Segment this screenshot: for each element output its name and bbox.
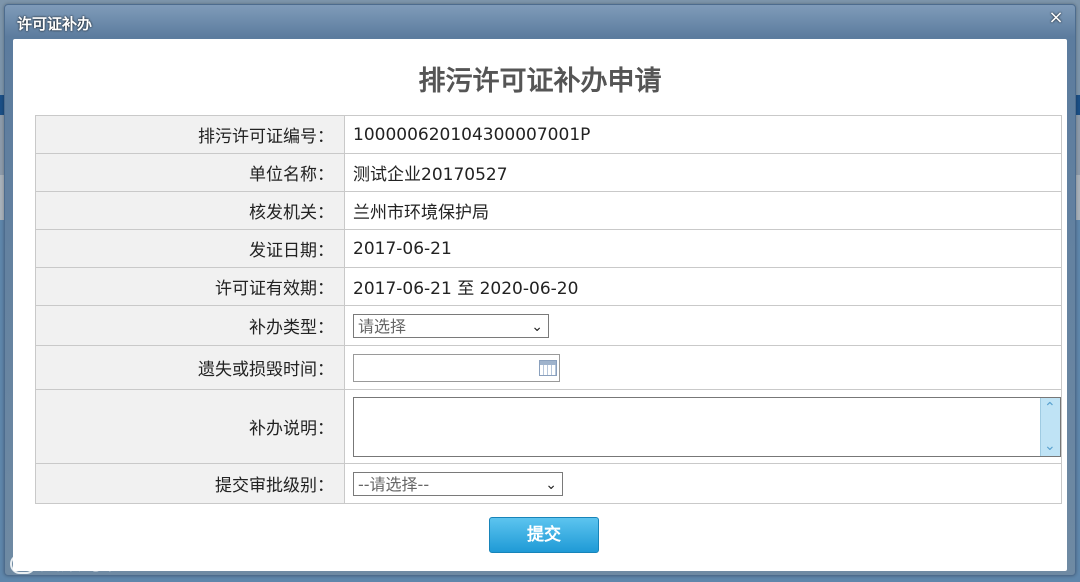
approval-level-selected: --请选择-- (358, 474, 430, 494)
watermark: 大数跨境 (10, 546, 124, 575)
reissue-dialog: 许可证补办 × 排污许可证补办申请 排污许可证编号： 1000006201043… (4, 4, 1076, 576)
chevron-down-icon[interactable]: ⌄ (1044, 438, 1056, 454)
field-label: 遗失或损毁时间： (35, 345, 345, 390)
dialog-body: 排污许可证补办申请 排污许可证编号： 100000620104300007001… (13, 39, 1067, 571)
reissue-type-selected: 请选择 (358, 316, 407, 336)
watermark-logo-icon (10, 553, 36, 574)
company-name-value: 测试企业20170527 (344, 153, 1062, 192)
issue-date-value: 2017-06-21 (344, 229, 1062, 268)
field-label: 许可证有效期： (35, 267, 345, 306)
form-row: 补办类型： 请选择 ⌄ (35, 305, 1062, 346)
permit-number-value: 100000620104300007001P (344, 115, 1062, 154)
field-label: 提交审批级别： (35, 463, 345, 504)
chevron-down-icon: ⌄ (531, 318, 543, 335)
field-label: 单位名称： (35, 153, 345, 192)
form-row: 排污许可证编号： 100000620104300007001P (35, 115, 1062, 154)
form-row: 提交审批级别： --请选择-- ⌄ (35, 463, 1062, 504)
field-label: 排污许可证编号： (35, 115, 345, 154)
reissue-type-select[interactable]: 请选择 ⌄ (353, 313, 549, 338)
calendar-icon[interactable] (539, 359, 557, 376)
form-row: 发证日期： 2017-06-21 (35, 229, 1062, 268)
form-title: 排污许可证补办申请 (418, 66, 662, 97)
field-label: 核发机关： (35, 191, 345, 230)
chevron-down-icon: ⌄ (545, 476, 557, 493)
description-textarea[interactable]: ⌃ ⌄ (353, 396, 1061, 457)
application-form: 排污许可证编号： 100000620104300007001P 单位名称： 测试… (35, 115, 1062, 504)
submit-button[interactable]: 提交 (489, 517, 599, 553)
field-label: 补办类型： (35, 305, 345, 346)
form-row: 补办说明： ⌃ ⌄ (35, 389, 1062, 464)
textarea-scrollbar[interactable]: ⌃ ⌄ (1040, 397, 1060, 456)
field-label: 发证日期： (35, 229, 345, 268)
form-row: 核发机关： 兰州市环境保护局 (35, 191, 1062, 230)
close-icon[interactable]: × (1047, 9, 1065, 27)
watermark-text: 大数跨境 (40, 550, 124, 574)
form-row: 遗失或损毁时间： (35, 345, 1062, 390)
issuing-authority-value: 兰州市环境保护局 (344, 191, 1062, 230)
field-label: 补办说明： (35, 389, 345, 464)
dialog-title: 许可证补办 (17, 15, 93, 33)
chevron-up-icon[interactable]: ⌃ (1044, 400, 1056, 416)
validity-period-value: 2017-06-21 至 2020-06-20 (344, 267, 1062, 306)
form-row: 许可证有效期： 2017-06-21 至 2020-06-20 (35, 267, 1062, 306)
form-row: 单位名称： 测试企业20170527 (35, 153, 1062, 192)
loss-time-input[interactable] (353, 353, 560, 382)
approval-level-select[interactable]: --请选择-- ⌄ (353, 471, 563, 496)
